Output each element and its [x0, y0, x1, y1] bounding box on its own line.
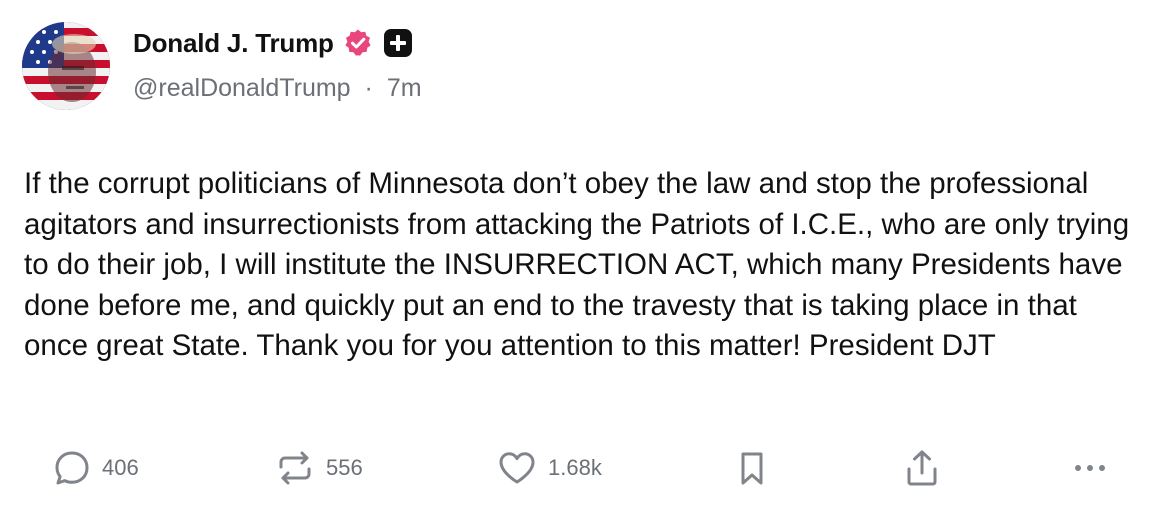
repost-button[interactable]: 556 — [274, 440, 363, 496]
more-options-button[interactable] — [1070, 440, 1110, 496]
author-name-row: Donald J. Trump — [133, 24, 413, 62]
more-icon — [1070, 448, 1110, 488]
reply-count: 406 — [102, 455, 139, 480]
author-handle-row: @realDonaldTrump · 7m — [133, 74, 422, 103]
share-icon — [902, 448, 942, 488]
bookmark-icon — [732, 448, 772, 488]
post-body-text: If the corrupt politicians of Minnesota … — [24, 167, 1130, 363]
repost-count: 556 — [326, 455, 363, 480]
author-handle[interactable]: @realDonaldTrump — [133, 74, 351, 102]
heart-icon — [496, 448, 538, 488]
avatar[interactable] — [22, 22, 110, 110]
repost-icon — [274, 448, 316, 488]
separator-dot: · — [364, 74, 373, 102]
like-button[interactable]: 1.68k — [496, 440, 602, 496]
post-card: Donald J. Trump @realDonaldTrump · 7m If… — [0, 0, 1156, 524]
author-display-name[interactable]: Donald J. Trump — [133, 28, 334, 59]
reply-icon — [52, 448, 92, 488]
bookmark-button[interactable] — [732, 440, 772, 496]
post-time[interactable]: 7m — [387, 74, 422, 102]
plus-badge-icon — [383, 28, 413, 58]
like-count: 1.68k — [548, 455, 602, 480]
action-bar: 406 556 1.68k — [0, 440, 1156, 496]
reply-button[interactable]: 406 — [52, 440, 139, 496]
verified-badge-icon — [343, 28, 373, 58]
share-button[interactable] — [902, 440, 942, 496]
